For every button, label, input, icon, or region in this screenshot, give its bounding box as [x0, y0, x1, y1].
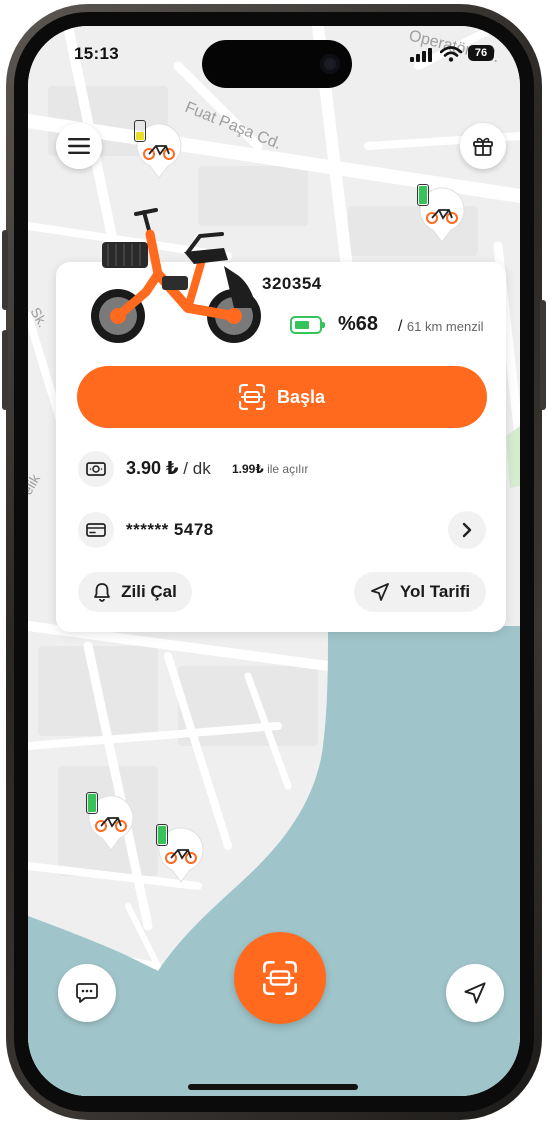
- map-marker[interactable]: [156, 824, 206, 884]
- battery-full-icon: [86, 792, 98, 814]
- screen: Fuat Paşa Cd. Operatör Cd. Sk. elik 15:1…: [28, 26, 520, 1096]
- gift-button[interactable]: [460, 123, 506, 169]
- dynamic-island: [202, 40, 352, 88]
- vehicle-id: 320354: [262, 274, 322, 293]
- side-button: [2, 330, 8, 410]
- bell-icon: [94, 583, 111, 602]
- map-marker[interactable]: [134, 120, 184, 180]
- wifi-icon: [440, 46, 462, 62]
- battery-icon: [290, 316, 325, 334]
- ring-bell-label: Zili Çal: [121, 582, 177, 601]
- vehicle-range: 61 km menzil: [406, 319, 484, 334]
- navigate-icon: [370, 583, 389, 601]
- chevron-right-icon: [462, 522, 472, 538]
- side-button: [2, 230, 8, 310]
- vehicle-image: [91, 208, 261, 343]
- directions-button[interactable]: Yol Tarifi: [354, 572, 486, 612]
- vehicle-charge: %68: [338, 313, 379, 335]
- start-button[interactable]: Başla: [77, 366, 487, 428]
- price-unit: dk: [192, 459, 211, 478]
- status-time: 15:13: [74, 44, 119, 63]
- camera-icon: [320, 54, 340, 74]
- opening-fee: 1.99₺ ile açılır: [232, 462, 308, 476]
- price-value: 3.90 ₺: [126, 458, 179, 478]
- price-icon-wrap: [78, 451, 114, 487]
- chat-icon: [76, 983, 98, 1003]
- signal-icon: [410, 48, 432, 62]
- map-marker[interactable]: [86, 792, 136, 852]
- locate-button[interactable]: [446, 964, 504, 1022]
- scan-icon: [263, 961, 297, 995]
- ring-bell-button[interactable]: Zili Çal: [78, 572, 192, 612]
- payment-card[interactable]: ****** 5478: [126, 520, 214, 540]
- battery-full-icon: [156, 824, 168, 846]
- battery-indicator: 76: [468, 45, 494, 61]
- side-button: [540, 300, 546, 410]
- menu-icon: [68, 138, 90, 154]
- vehicle-range-text: / 61 km menzil: [398, 318, 484, 335]
- scan-icon: [238, 384, 265, 410]
- start-button-label: Başla: [276, 386, 326, 407]
- scan-button[interactable]: [234, 932, 326, 1024]
- opening-fee-value: 1.99₺: [232, 462, 264, 476]
- credit-card-icon: [86, 523, 106, 537]
- chat-button[interactable]: [58, 964, 116, 1022]
- card-icon-wrap: [78, 512, 114, 548]
- payment-card-button[interactable]: [448, 511, 486, 549]
- navigate-icon: [464, 982, 486, 1004]
- directions-label: Yol Tarifi: [399, 582, 471, 601]
- price-per-minute: 3.90 ₺ / dk: [126, 458, 211, 478]
- opening-fee-text: ile açılır: [267, 462, 309, 476]
- money-icon: [86, 462, 106, 476]
- battery-full-icon: [417, 184, 429, 206]
- gift-icon: [473, 137, 493, 156]
- map-marker[interactable]: [417, 184, 467, 244]
- home-indicator: [188, 1084, 358, 1090]
- battery-low-icon: [134, 120, 146, 142]
- menu-button[interactable]: [56, 123, 102, 169]
